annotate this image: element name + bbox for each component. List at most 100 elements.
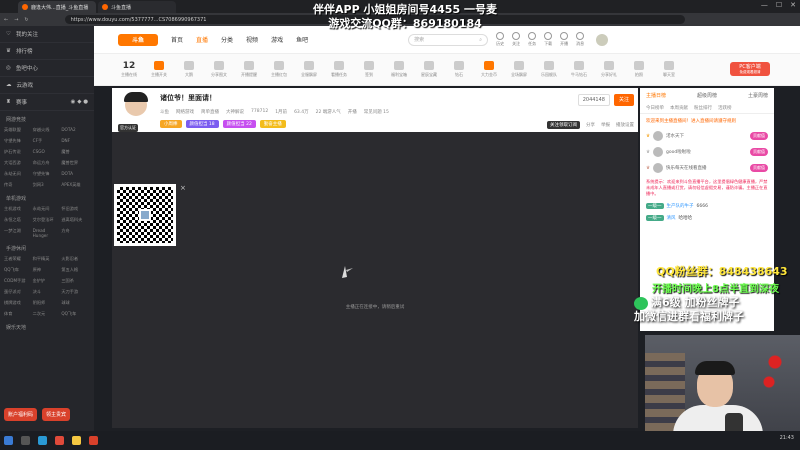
- sidebar-category[interactable]: QQ飞车: [61, 311, 90, 317]
- sidebar-category[interactable]: 传奇: [4, 182, 33, 188]
- sidebar-item-esports[interactable]: ♜ 赛事 ◉ ◆ ●: [0, 94, 94, 111]
- chat-user[interactable]: 生产队的牛子: [667, 203, 694, 209]
- activity-item[interactable]: 大力金币: [474, 61, 504, 78]
- sidebar-category[interactable]: 永劫无间: [33, 206, 62, 212]
- sidebar-category[interactable]: 方舟: [61, 228, 90, 238]
- activity-item[interactable]: 分享图文: [204, 61, 234, 78]
- sidebar-item-fishbar[interactable]: ◎ 鱼吧中心: [0, 60, 94, 77]
- start-stream-button[interactable]: 开播: [560, 32, 569, 47]
- sidebar-category[interactable]: DOTA2: [61, 127, 90, 133]
- tab-tycoon-rank[interactable]: 土豪周榜: [748, 92, 768, 99]
- report-button[interactable]: 举报: [601, 122, 610, 128]
- subtab[interactable]: 活跃榜: [718, 105, 732, 111]
- activity-item[interactable]: 主播红包: [264, 61, 294, 78]
- sidebar-category[interactable]: 艾尔登法环: [33, 217, 62, 223]
- sidebar-category[interactable]: 天刀手游: [61, 289, 90, 295]
- edge-icon[interactable]: [38, 436, 47, 445]
- rank-row[interactable]: ♛ 快乐每天在线看直播 贡献值: [640, 160, 774, 176]
- sidebar-item-cloudgame[interactable]: ☁ 云游戏: [0, 77, 94, 94]
- app-icon[interactable]: [55, 436, 64, 445]
- sidebar-item-follow[interactable]: ♡ 我的关注: [0, 26, 94, 43]
- sidebar-category[interactable]: 守望先锋: [33, 171, 62, 177]
- share-button[interactable]: 分享: [586, 122, 595, 128]
- sidebar-category[interactable]: 永劫无间: [4, 171, 33, 177]
- activity-item[interactable]: 签到: [354, 61, 384, 78]
- activity-item[interactable]: 开播提醒: [234, 61, 264, 78]
- sidebar-category[interactable]: 三国杀: [61, 278, 90, 284]
- chat-message[interactable]: 一级一 清风 哈哈哈: [640, 212, 774, 224]
- activity-item[interactable]: 钻石: [444, 61, 474, 78]
- activity-item[interactable]: 牛马钻石: [564, 61, 594, 78]
- windows-start-icon[interactable]: [4, 436, 13, 445]
- activity-item[interactable]: 主播开关: [144, 61, 174, 78]
- download-button[interactable]: 下载: [544, 32, 553, 47]
- pc-client-button[interactable]: PC客户端 免费观看超清: [730, 62, 770, 76]
- welfare-code-button[interactable]: 账户福利码: [4, 408, 38, 421]
- user-avatar[interactable]: [596, 33, 609, 46]
- chat-user[interactable]: 清风: [667, 215, 676, 221]
- follow-list-button[interactable]: 关注: [512, 32, 521, 47]
- subtab[interactable]: 粉丝排行: [694, 105, 712, 111]
- sidebar-category[interactable]: 球球: [61, 300, 90, 306]
- sidebar-category[interactable]: DNF: [61, 138, 90, 144]
- folder-icon[interactable]: [72, 436, 81, 445]
- meta-item[interactable]: 简单直播: [201, 109, 219, 115]
- activity-item[interactable]: 聊天室: [654, 61, 684, 78]
- activity-item[interactable]: 乐园舰队: [534, 61, 564, 78]
- browser-tab[interactable]: 斗鱼直播: [98, 1, 176, 13]
- badge[interactable]: 小周棒: [160, 120, 182, 128]
- sidebar-category[interactable]: APEX英雄: [61, 182, 90, 188]
- sidebar-category[interactable]: 守望先锋: [4, 138, 33, 144]
- sidebar-category[interactable]: 一梦江湖: [4, 228, 33, 238]
- sidebar-category[interactable]: 逃离塔科夫: [61, 217, 90, 223]
- sidebar-category[interactable]: 永恒之塔: [4, 217, 33, 223]
- activity-item[interactable]: 大鹅: [174, 61, 204, 78]
- history-button[interactable]: 历史: [496, 32, 505, 47]
- close-icon[interactable]: ✕: [790, 1, 796, 9]
- activity-item[interactable]: 看播任务: [324, 61, 354, 78]
- sidebar-category[interactable]: CSGO: [33, 149, 62, 155]
- sidebar-category[interactable]: QQ飞车: [4, 267, 33, 273]
- player-settings-button[interactable]: 播放设置: [616, 122, 634, 128]
- sidebar-category[interactable]: 主机游戏: [4, 206, 33, 212]
- sidebar-category[interactable]: 棋牌游戏: [4, 300, 33, 306]
- task-button[interactable]: 任务: [528, 32, 537, 47]
- search-icon[interactable]: [21, 436, 30, 445]
- sidebar-category[interactable]: 魔兽世界: [61, 160, 90, 166]
- rank-row[interactable]: ♛ 渃水天下 贡献值: [640, 128, 774, 144]
- nav-live[interactable]: 直播: [196, 35, 208, 44]
- video-player[interactable]: × 主播正在连接中，请稍后重试: [112, 132, 638, 428]
- sidebar-category[interactable]: 阴阳师: [33, 300, 62, 306]
- search-icon[interactable]: ⌕: [479, 37, 482, 43]
- badge[interactable]: 颜值担当 18: [185, 120, 219, 128]
- messages-button[interactable]: 消息: [576, 32, 585, 47]
- browser-tab[interactable]: 鹿逢大伟...直播_斗鱼直播: [18, 1, 96, 13]
- activity-item[interactable]: 星辰宝藏: [414, 61, 444, 78]
- rank-row[interactable]: ♛ good啦啦啦 贡献值: [640, 144, 774, 160]
- badge[interactable]: 颜值担当 22: [222, 120, 256, 128]
- meta-item[interactable]: 大神解说: [226, 109, 244, 115]
- sidebar-section-title[interactable]: 娱乐天地: [0, 319, 94, 333]
- sidebar-category[interactable]: CF手: [33, 138, 62, 144]
- meta-item[interactable]: 常见问题 15: [364, 109, 389, 115]
- noble-button[interactable]: 领主贵宾: [42, 408, 71, 421]
- sidebar-category[interactable]: 第五人格: [61, 267, 90, 273]
- subscribe-button[interactable]: 关注领取订阅: [547, 121, 580, 129]
- follow-button[interactable]: 关注: [613, 94, 634, 106]
- sidebar-category[interactable]: 怀旧游戏: [61, 206, 90, 212]
- nav-fishbar[interactable]: 鱼吧: [296, 35, 308, 44]
- activity-item[interactable]: 全服飘屏: [294, 61, 324, 78]
- sidebar-category[interactable]: 体育: [4, 311, 33, 317]
- activity-item[interactable]: 福利宝箱: [384, 61, 414, 78]
- activity-item[interactable]: 全场飘屏: [504, 61, 534, 78]
- sidebar-category[interactable]: 金铲铲: [33, 278, 62, 284]
- sidebar-category[interactable]: 大话西游: [4, 160, 33, 166]
- nav-home[interactable]: 首页: [171, 35, 183, 44]
- tab-daily-rank[interactable]: 主播日榜: [646, 92, 666, 99]
- streamer-avatar[interactable]: 官方认证: [118, 92, 154, 132]
- sidebar-category[interactable]: 二次元: [33, 311, 62, 317]
- sidebar-category[interactable]: 剑网3: [33, 182, 62, 188]
- maximize-icon[interactable]: ☐: [776, 1, 782, 9]
- sidebar-category[interactable]: 穿越火线: [33, 127, 62, 133]
- sidebar-category[interactable]: DOTA: [61, 171, 90, 177]
